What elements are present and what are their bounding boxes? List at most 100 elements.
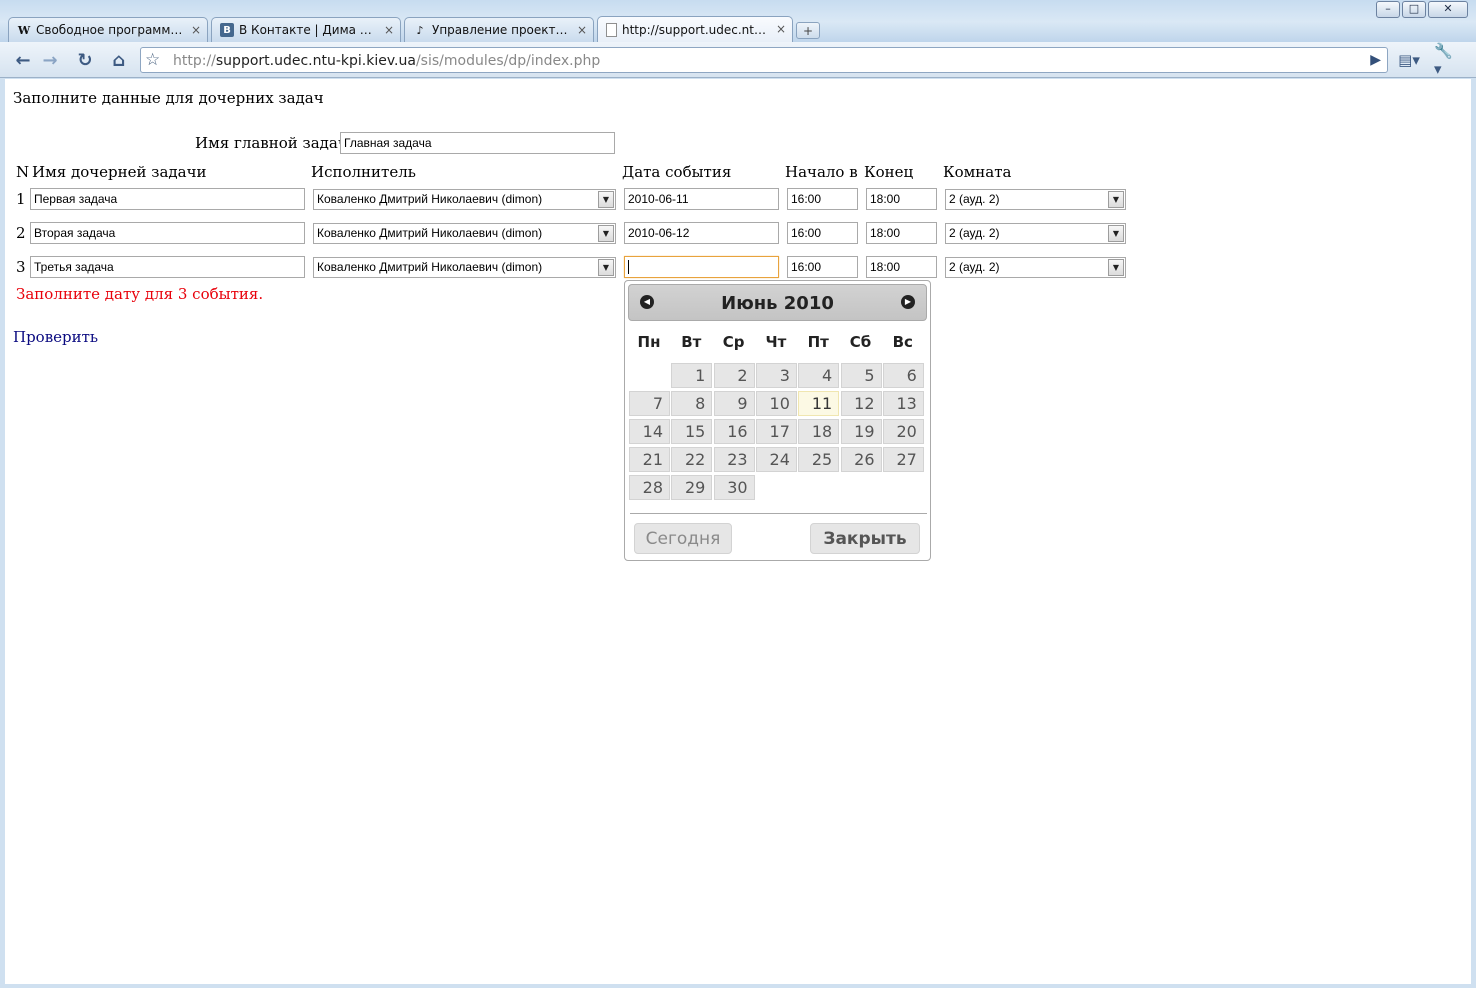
- event-date-input[interactable]: 2010-06-11: [624, 188, 779, 210]
- back-icon[interactable]: ←: [10, 47, 36, 73]
- calendar-day-today[interactable]: 11: [798, 391, 840, 416]
- calendar-day[interactable]: 10: [755, 391, 797, 416]
- calendar-day[interactable]: 7: [629, 391, 670, 416]
- main-task-label: Имя главной задачи:: [195, 134, 363, 152]
- weekday-header: Пн: [637, 333, 661, 351]
- check-link[interactable]: Проверить: [13, 328, 98, 346]
- calendar-day[interactable]: 18: [798, 419, 840, 444]
- today-button[interactable]: Сегодня: [634, 523, 732, 554]
- calendar-day[interactable]: 6: [882, 363, 924, 388]
- calendar-day[interactable]: 20: [882, 419, 924, 444]
- home-icon[interactable]: ⌂: [106, 47, 132, 73]
- close-window-button[interactable]: ✕: [1428, 1, 1468, 18]
- calendar-day[interactable]: 15: [671, 419, 713, 444]
- datepicker-title: Июнь 2010: [721, 293, 834, 314]
- reload-icon[interactable]: ↻: [72, 47, 98, 73]
- calendar-day[interactable]: 23: [713, 447, 755, 472]
- calendar-day[interactable]: 21: [629, 447, 670, 472]
- calendar-day[interactable]: 4: [798, 363, 840, 388]
- new-tab-button[interactable]: +: [796, 22, 820, 39]
- assignee-select[interactable]: Коваленко Дмитрий Николаевич (dimon) ▼: [313, 189, 616, 210]
- event-date-input-focused[interactable]: [624, 256, 779, 278]
- tab-close-icon[interactable]: ×: [577, 23, 587, 37]
- close-button[interactable]: Закрыть: [810, 523, 920, 554]
- column-header-task-name: Имя дочерней задачи: [32, 163, 207, 181]
- chevron-down-icon: ▼: [598, 225, 614, 242]
- calendar-day[interactable]: 28: [629, 475, 670, 500]
- tab-close-icon[interactable]: ×: [384, 23, 394, 37]
- room-select[interactable]: 2 (ауд. 2) ▼: [945, 257, 1126, 278]
- main-task-input[interactable]: Главная задача: [340, 132, 615, 154]
- start-time-input[interactable]: 16:00: [787, 256, 858, 278]
- calendar-day[interactable]: 8: [671, 391, 713, 416]
- weekday-header: Вт: [681, 333, 702, 351]
- assignee-select[interactable]: Коваленко Дмитрий Николаевич (dimon) ▼: [313, 223, 616, 244]
- page-menu-icon[interactable]: ▤▾: [1396, 47, 1422, 73]
- bookmark-star-icon[interactable]: ☆: [145, 50, 160, 70]
- go-icon[interactable]: ▶: [1370, 52, 1381, 68]
- calendar-day[interactable]: 1: [671, 363, 713, 388]
- text-caret: [628, 260, 629, 274]
- calendar-day[interactable]: 26: [840, 447, 882, 472]
- tab-close-icon[interactable]: ×: [191, 23, 201, 37]
- calendar-day[interactable]: 29: [671, 475, 713, 500]
- assignee-select[interactable]: Коваленко Дмитрий Николаевич (dimon) ▼: [313, 257, 616, 278]
- chevron-down-icon: ▼: [1108, 225, 1124, 242]
- column-header-room: Комната: [943, 163, 1012, 181]
- end-time-input[interactable]: 18:00: [866, 256, 937, 278]
- calendar-day[interactable]: 30: [713, 475, 755, 500]
- calendar-day[interactable]: 17: [755, 419, 797, 444]
- wrench-menu-icon[interactable]: 🔧▾: [1434, 42, 1460, 78]
- tab-close-icon[interactable]: ×: [776, 22, 786, 36]
- forward-icon[interactable]: →: [37, 47, 63, 73]
- calendar-day[interactable]: 25: [798, 447, 840, 472]
- room-select[interactable]: 2 (ауд. 2) ▼: [945, 223, 1126, 244]
- column-header-start: Начало в: [785, 163, 858, 181]
- browser-tab[interactable]: B В Контакте | Дима Ковал... ×: [211, 17, 401, 42]
- chevron-down-icon: ▼: [1108, 259, 1124, 276]
- browser-tab[interactable]: ♪ Управление проектами ×: [404, 17, 594, 42]
- weekday-header: Сб: [849, 333, 872, 351]
- tab-label: Управление проектами: [432, 23, 573, 37]
- window-controls: – □ ✕: [1374, 1, 1468, 18]
- calendar-day[interactable]: 13: [882, 391, 924, 416]
- calendar-day[interactable]: 22: [671, 447, 713, 472]
- weekday-header: Ср: [722, 333, 745, 351]
- validation-error: Заполните дату для 3 события.: [16, 285, 264, 303]
- calendar-day[interactable]: 2: [713, 363, 755, 388]
- browser-tab[interactable]: W Свободное программн... ×: [8, 17, 208, 42]
- calendar-day[interactable]: 19: [840, 419, 882, 444]
- maximize-button[interactable]: □: [1402, 1, 1426, 18]
- calendar-day[interactable]: 9: [713, 391, 755, 416]
- calendar-day[interactable]: 12: [840, 391, 882, 416]
- room-select[interactable]: 2 (ауд. 2) ▼: [945, 189, 1126, 210]
- end-time-input[interactable]: 18:00: [866, 222, 937, 244]
- start-time-input[interactable]: 16:00: [787, 188, 858, 210]
- event-date-input[interactable]: 2010-06-12: [624, 222, 779, 244]
- page-heading: Заполните данные для дочерних задач: [13, 89, 324, 107]
- calendar-day[interactable]: 27: [882, 447, 924, 472]
- child-task-name-input[interactable]: Третья задача: [30, 256, 305, 278]
- calendar-day[interactable]: 14: [629, 419, 670, 444]
- next-month-icon[interactable]: ▶: [901, 295, 915, 309]
- calendar-day[interactable]: 16: [713, 419, 755, 444]
- child-task-name-input[interactable]: Первая задача: [30, 188, 305, 210]
- calendar-day[interactable]: 3: [755, 363, 797, 388]
- start-time-input[interactable]: 16:00: [787, 222, 858, 244]
- datepicker-header: ◀ Июнь 2010 ▶: [628, 284, 927, 321]
- weekday-header: Чт: [765, 333, 787, 351]
- browser-tab-active[interactable]: http://support.udec.ntu-... ×: [597, 16, 793, 42]
- weekday-header: Вс: [892, 333, 913, 351]
- end-time-input[interactable]: 18:00: [866, 188, 937, 210]
- browser-titlebar: – □ ✕ W Свободное программн... × B В Кон…: [0, 0, 1476, 44]
- column-header-n: N: [16, 163, 30, 181]
- tab-label: http://support.udec.ntu-...: [622, 22, 772, 37]
- child-task-name-input[interactable]: Вторая задача: [30, 222, 305, 244]
- calendar-day[interactable]: 5: [840, 363, 882, 388]
- page-viewport: Заполните данные для дочерних задач Имя …: [5, 79, 1471, 984]
- calendar-day[interactable]: 24: [755, 447, 797, 472]
- minimize-button[interactable]: –: [1376, 1, 1400, 18]
- datepicker: ◀ Июнь 2010 ▶ Пн Вт Ср Чт Пт Сб Вс 1 2 3 4 5 6 7 8 9 10…: [624, 280, 931, 561]
- column-header-end: Конец: [864, 163, 914, 181]
- address-bar[interactable]: ☆ http://support.udec.ntu-kpi.kiev.ua/si…: [140, 47, 1388, 73]
